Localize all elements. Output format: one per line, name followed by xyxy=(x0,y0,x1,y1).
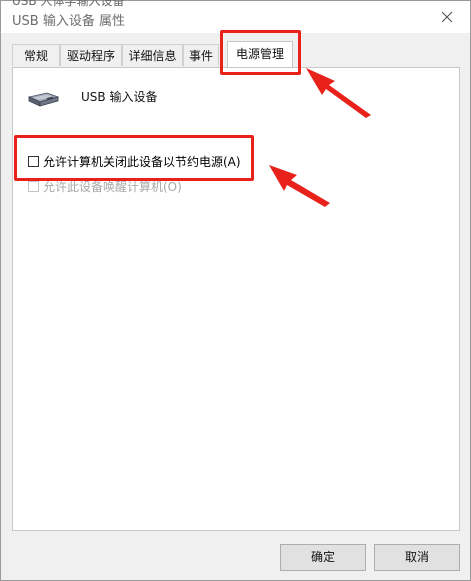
allow-wake-label: 允许此设备唤醒计算机(O) xyxy=(43,180,182,194)
device-properties-dialog: USB 人体学输入设备 USB 输入设备 属性 常规 驱动程序 详细信息 事件 … xyxy=(0,0,471,581)
title-bar: USB 人体学输入设备 USB 输入设备 属性 xyxy=(1,0,470,33)
allow-turn-off-option[interactable]: 允许计算机关闭此设备以节约电源(A) xyxy=(28,153,241,170)
tab-general[interactable]: 常规 xyxy=(12,44,60,66)
allow-wake-option: 允许此设备唤醒计算机(O) xyxy=(28,178,182,195)
window-title: USB 输入设备 属性 xyxy=(12,14,125,29)
background-window-title: USB 人体学输入设备 xyxy=(12,0,125,8)
close-button[interactable] xyxy=(424,1,470,33)
usb-device-icon xyxy=(27,89,61,113)
tab-events[interactable]: 事件 xyxy=(183,44,219,66)
device-name: USB 输入设备 xyxy=(81,90,158,104)
allow-wake-checkbox xyxy=(28,181,39,192)
allow-turn-off-label: 允许计算机关闭此设备以节约电源(A) xyxy=(43,155,241,169)
tab-driver[interactable]: 驱动程序 xyxy=(60,44,122,66)
power-management-panel xyxy=(12,67,460,531)
tab-details[interactable]: 详细信息 xyxy=(122,44,183,66)
allow-turn-off-checkbox[interactable] xyxy=(28,156,39,167)
cancel-button[interactable]: 取消 xyxy=(374,544,460,571)
tab-power-management[interactable]: 电源管理 xyxy=(227,41,293,67)
ok-button[interactable]: 确定 xyxy=(280,544,366,571)
close-icon xyxy=(441,11,453,23)
